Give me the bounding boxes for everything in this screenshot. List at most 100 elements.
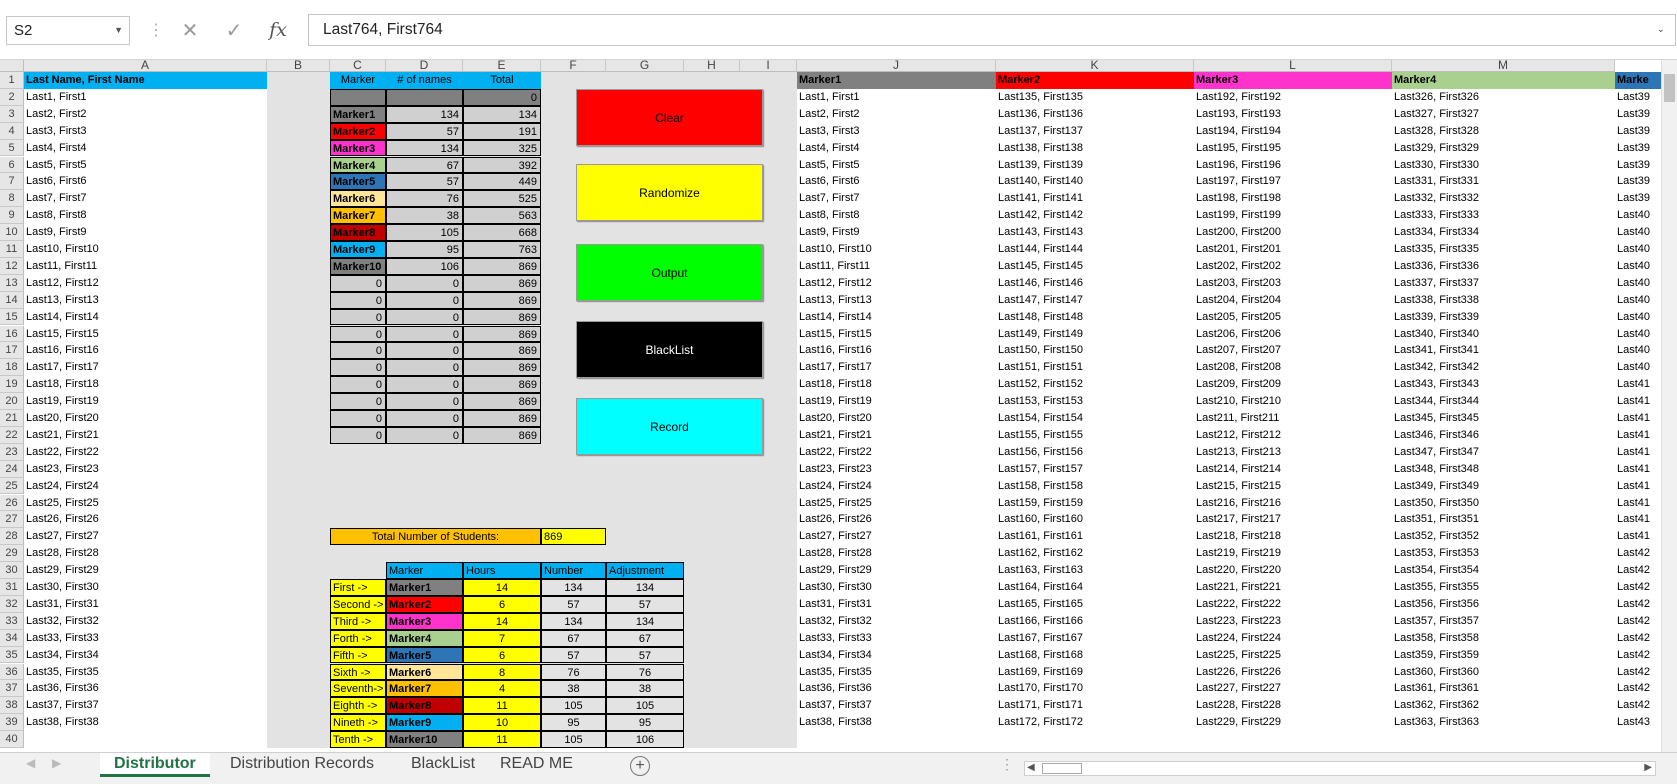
names-count-cell[interactable]: 76	[386, 190, 463, 208]
name-cell[interactable]: Last16, First16	[24, 342, 267, 359]
number-cell[interactable]: 105	[541, 697, 606, 715]
row-header[interactable]: 27	[0, 511, 24, 529]
marker-name-cell[interactable]: Marker3	[386, 612, 463, 630]
adjustment-cell[interactable]: 134	[606, 612, 684, 630]
name-cell[interactable]: Last155, First155	[996, 427, 1194, 444]
name-cell[interactable]: Last337, First337	[1392, 275, 1615, 292]
header-cell[interactable]: Number	[541, 562, 606, 579]
clear-button[interactable]: Clear	[576, 89, 763, 146]
header-cell[interactable]: Marker3	[1194, 72, 1392, 89]
column-header-A[interactable]: A	[24, 60, 267, 72]
total-students-label[interactable]: Total Number of Students:	[330, 528, 541, 546]
name-cell[interactable]: Last135, First135	[996, 89, 1194, 106]
name-cell[interactable]: Last198, First198	[1194, 190, 1392, 207]
name-cell[interactable]: Last363, First363	[1392, 714, 1615, 731]
name-cell[interactable]: Last154, First154	[996, 410, 1194, 427]
output-button[interactable]: Output	[576, 244, 763, 301]
name-cell[interactable]: Last229, First229	[1194, 714, 1392, 731]
name-cell[interactable]: Last213, First213	[1194, 444, 1392, 461]
names-count-cell[interactable]: 0	[386, 325, 463, 343]
name-cell[interactable]: Last8, First8	[24, 207, 267, 224]
name-cell[interactable]: Last36, First36	[24, 680, 267, 697]
column-header-G[interactable]: G	[606, 60, 684, 72]
column-header-I[interactable]: I	[740, 60, 797, 72]
name-cell[interactable]: Last222, First222	[1194, 596, 1392, 613]
hours-cell[interactable]: 11	[463, 697, 541, 715]
name-cell[interactable]: Last335, First335	[1392, 241, 1615, 258]
row-header[interactable]: 14	[0, 291, 24, 309]
header-cell[interactable]: Adjustment	[606, 562, 684, 579]
hours-cell[interactable]: 4	[463, 680, 541, 698]
row-header[interactable]: 32	[0, 595, 24, 613]
name-cell[interactable]: Last141, First141	[996, 190, 1194, 207]
number-cell[interactable]: 57	[541, 595, 606, 613]
row-header[interactable]: 23	[0, 443, 24, 461]
name-cell[interactable]: Last361, First361	[1392, 680, 1615, 697]
select-all-corner[interactable]	[0, 60, 24, 72]
name-cell[interactable]: Last17, First17	[797, 359, 996, 376]
marker-name-cell[interactable]: Marker2	[386, 595, 463, 613]
name-cell[interactable]: Last8, First8	[797, 207, 996, 224]
hours-cell[interactable]: 14	[463, 579, 541, 596]
name-cell[interactable]: Last211, First211	[1194, 410, 1392, 427]
name-cell[interactable]: Last351, First351	[1392, 511, 1615, 528]
name-cell[interactable]: Last5, First5	[24, 157, 267, 174]
name-cell[interactable]: Last204, First204	[1194, 292, 1392, 309]
total-cell[interactable]: 869	[463, 308, 541, 326]
name-cell[interactable]: Last4, First4	[24, 140, 267, 157]
name-cell[interactable]: Last329, First329	[1392, 140, 1615, 157]
row-header[interactable]: 39	[0, 714, 24, 732]
total-cell[interactable]: 869	[463, 325, 541, 343]
marker-name-cell[interactable]: 0	[330, 410, 386, 427]
row-header[interactable]: 3	[0, 105, 24, 123]
name-cell[interactable]: Last32, First32	[797, 613, 996, 630]
row-header[interactable]: 7	[0, 173, 24, 191]
marker-name-cell[interactable]: 0	[330, 426, 386, 444]
names-count-cell[interactable]: 0	[386, 359, 463, 377]
marker-name-cell[interactable]: Marker9	[330, 241, 386, 258]
name-cell[interactable]: Last38, First38	[24, 714, 267, 731]
name-cell[interactable]: Last330, First330	[1392, 157, 1615, 174]
header-cell[interactable]: Total	[463, 72, 541, 89]
name-cell[interactable]: Last355, First355	[1392, 579, 1615, 596]
randomize-button[interactable]: Randomize	[576, 164, 763, 221]
name-cell[interactable]: Last159, First159	[996, 495, 1194, 512]
name-cell[interactable]: Last7, First7	[797, 190, 996, 207]
name-cell[interactable]: Last219, First219	[1194, 545, 1392, 562]
marker-name-cell[interactable]: Marker7	[386, 680, 463, 698]
name-cell[interactable]: Last18, First18	[797, 376, 996, 393]
row-header[interactable]: 8	[0, 190, 24, 208]
insert-function-icon[interactable]: fx	[256, 19, 300, 41]
name-cell[interactable]: Last1, First1	[24, 89, 267, 106]
name-cell[interactable]: Last228, First228	[1194, 697, 1392, 714]
name-cell[interactable]: Last202, First202	[1194, 258, 1392, 275]
name-cell[interactable]: Last139, First139	[996, 157, 1194, 174]
row-header[interactable]: 33	[0, 612, 24, 630]
name-cell[interactable]: Last137, First137	[996, 123, 1194, 140]
name-cell[interactable]: Last227, First227	[1194, 680, 1392, 697]
name-cell[interactable]: Last37, First37	[24, 697, 267, 714]
row-header[interactable]: 20	[0, 393, 24, 410]
header-cell[interactable]: Marker	[330, 72, 386, 89]
name-cell[interactable]: Last4, First4	[797, 140, 996, 157]
name-cell[interactable]: Last224, First224	[1194, 630, 1392, 647]
header-cell[interactable]: Marker	[386, 562, 463, 579]
name-cell[interactable]: Last19, First19	[797, 393, 996, 410]
name-cell[interactable]: Last360, First360	[1392, 664, 1615, 681]
total-cell[interactable]: 449	[463, 173, 541, 191]
name-cell[interactable]: Last29, First29	[24, 562, 267, 579]
name-cell[interactable]: Last157, First157	[996, 461, 1194, 478]
name-cell[interactable]: Last220, First220	[1194, 562, 1392, 579]
marker-name-cell[interactable]: 0	[330, 359, 386, 377]
prev-sheet-icon[interactable]: ◀	[26, 756, 35, 770]
name-cell[interactable]: Last336, First336	[1392, 258, 1615, 275]
spreadsheet-grid[interactable]: ABCDEFGHIJKLM 1 2 3 4 5 6 7 8 9 10 11 12 13 14 15 16 17 1…	[0, 60, 1677, 752]
scroll-thumb[interactable]	[1664, 74, 1675, 102]
number-cell[interactable]: 67	[541, 629, 606, 647]
name-cell[interactable]: Last17, First17	[24, 359, 267, 376]
name-cell[interactable]: Last343, First343	[1392, 376, 1615, 393]
name-cell[interactable]: Last333, First333	[1392, 207, 1615, 224]
close-icon[interactable]: ✕	[168, 18, 212, 43]
row-header[interactable]: 40	[0, 731, 24, 748]
total-cell[interactable]: 191	[463, 122, 541, 140]
